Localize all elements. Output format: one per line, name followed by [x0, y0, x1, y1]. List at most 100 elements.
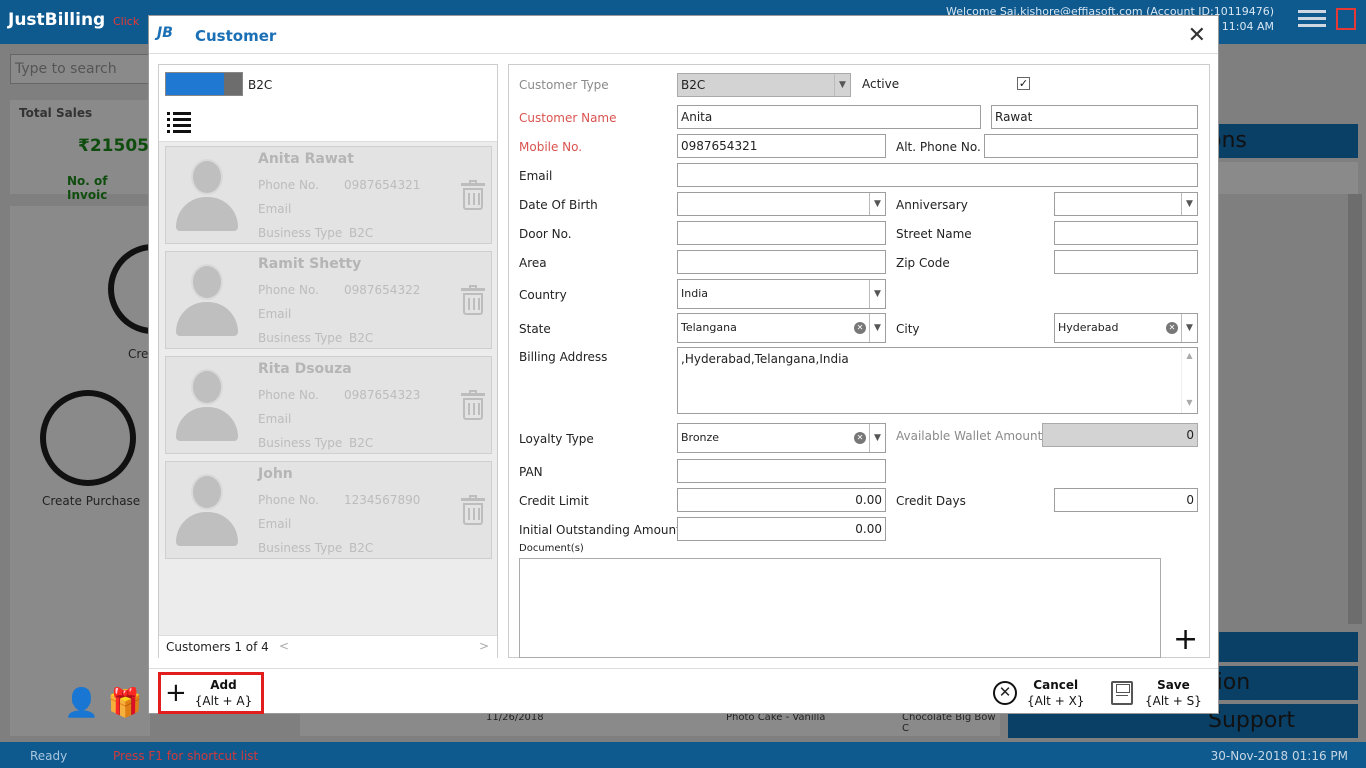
door-input[interactable]	[677, 221, 886, 245]
business-value: B2C	[349, 331, 374, 345]
customer-type-label: Customer Type	[519, 78, 609, 92]
email-input[interactable]	[677, 163, 1198, 187]
recent-item-2: Chocolate Big Bow C	[902, 712, 996, 734]
avatar-icon	[176, 369, 238, 441]
zip-input[interactable]	[1054, 250, 1198, 274]
clear-icon[interactable]: ✕	[854, 432, 866, 444]
active-label: Active	[862, 77, 900, 91]
last-name-input[interactable]: Rawat	[991, 105, 1198, 129]
trash-icon[interactable]	[461, 390, 485, 420]
cancel-shortcut: {Alt + X}	[1027, 694, 1085, 708]
customer-name: John	[258, 466, 293, 482]
street-label: Street Name	[896, 227, 972, 241]
save-icon	[1111, 681, 1133, 705]
mobile-input[interactable]: 0987654321	[677, 134, 886, 158]
country-value: India	[681, 287, 708, 300]
phone-label: Phone No.	[258, 388, 319, 402]
textarea-scrollbar[interactable]: ▲ ▼	[1181, 348, 1197, 413]
anniversary-picker[interactable]: ▼	[1054, 192, 1198, 216]
state-select[interactable]: Telangana ✕ ▼	[677, 313, 886, 343]
trash-icon[interactable]	[461, 285, 485, 315]
street-input[interactable]	[1054, 221, 1198, 245]
status-datetime: 30-Nov-2018 01:16 PM	[1210, 749, 1348, 763]
dialog-title: Customer	[195, 27, 277, 45]
phone-value: 0987654323	[344, 388, 421, 402]
avatar-icon	[176, 264, 238, 336]
click-hint[interactable]: Click	[113, 15, 139, 28]
trash-icon[interactable]	[461, 495, 485, 525]
pager-next-icon[interactable]: >	[479, 639, 489, 653]
outstanding-label: Initial Outstanding Amount	[519, 523, 681, 537]
email-label: Email	[258, 517, 292, 531]
list-view-icon[interactable]	[167, 112, 191, 136]
credit-limit-input[interactable]: 0.00	[677, 488, 886, 512]
hamburger-menu-icon[interactable]	[1298, 10, 1326, 31]
phone-label: Phone No.	[258, 493, 319, 507]
door-label: Door No.	[519, 227, 572, 241]
chevron-down-icon: ▼	[834, 74, 850, 96]
invoices-label: No. of Invoic	[67, 174, 108, 202]
cancel-label: Cancel	[1033, 678, 1079, 692]
clear-icon[interactable]: ✕	[1166, 322, 1178, 334]
business-label: Business Type	[258, 226, 343, 240]
loyalty-value: Bronze	[681, 431, 720, 444]
business-value: B2C	[349, 226, 374, 240]
mobile-label: Mobile No.	[519, 140, 583, 154]
documents-label: Document(s)	[519, 543, 584, 554]
dialog-header: JB Customer ✕	[149, 16, 1218, 54]
business-value: B2C	[349, 541, 374, 555]
outstanding-input[interactable]: 0.00	[677, 517, 886, 541]
phone-value: 0987654322	[344, 283, 421, 297]
close-icon[interactable]: ✕	[1188, 23, 1206, 48]
customer-card[interactable]: Rita Dsouza Phone No. 0987654323 Email B…	[165, 356, 492, 454]
customer-type-toggle[interactable]	[165, 72, 243, 96]
customer-list-panel: B2C Anita Rawat Phone No. 0987654321 Ema…	[158, 64, 498, 658]
customer-name: Rita Dsouza	[258, 361, 352, 377]
right-scrollbar[interactable]	[1348, 194, 1362, 624]
email-label: Email	[519, 169, 553, 183]
toggle-label: B2C	[248, 78, 273, 92]
dob-picker[interactable]: ▼	[677, 192, 886, 216]
business-value: B2C	[349, 436, 374, 450]
pager-prev-icon[interactable]: <	[279, 639, 289, 653]
add-label: Add	[210, 678, 237, 692]
alt-phone-input[interactable]	[984, 134, 1198, 158]
city-select[interactable]: Hyderabad ✕ ▼	[1054, 313, 1198, 343]
wallet-label: Available Wallet Amount	[896, 429, 1043, 443]
create-purchase-label[interactable]: Create Purchase	[42, 494, 140, 508]
customer-form: Customer Type B2C ▼ Active ✓ Customer Na…	[508, 64, 1210, 658]
customer-name: Anita Rawat	[258, 151, 354, 167]
trash-icon[interactable]	[461, 180, 485, 210]
email-label: Email	[258, 202, 292, 216]
documents-area[interactable]	[519, 558, 1161, 658]
avatar-icon	[176, 474, 238, 546]
customer-card[interactable]: Ramit Shetty Phone No. 0987654322 Email …	[165, 251, 492, 349]
credit-days-input[interactable]: 0	[1054, 488, 1198, 512]
area-input[interactable]	[677, 250, 886, 274]
cancel-button[interactable]: ✕ Cancel {Alt + X}	[993, 677, 1084, 709]
loyalty-select[interactable]: Bronze ✕ ▼	[677, 423, 886, 453]
chevron-down-icon: ▼	[1181, 314, 1197, 342]
credit-limit-label: Credit Limit	[519, 494, 589, 508]
app-logo: JustBilling	[8, 10, 106, 30]
add-button[interactable]: + Add {Alt + A}	[158, 672, 264, 714]
customer-card[interactable]: John Phone No. 1234567890 Email Business…	[165, 461, 492, 559]
cancel-icon: ✕	[993, 681, 1017, 705]
customer-type-select[interactable]: B2C ▼	[677, 73, 851, 97]
billing-address-textarea[interactable]: ,Hyderabad,Telangana,India ▲ ▼	[677, 347, 1198, 414]
active-checkbox[interactable]: ✓	[1017, 77, 1030, 90]
gift-icon[interactable]: 🎁	[108, 686, 143, 719]
status-hint: Press F1 for shortcut list	[113, 749, 259, 763]
logout-icon[interactable]	[1336, 8, 1356, 30]
country-select[interactable]: India ▼	[677, 279, 886, 309]
save-button[interactable]: Save {Alt + S}	[1111, 677, 1202, 709]
customer-list: Anita Rawat Phone No. 0987654321 Email B…	[159, 141, 497, 635]
create-label: Cre	[128, 347, 149, 361]
user-icon[interactable]: 👤	[64, 686, 99, 719]
add-document-icon[interactable]: +	[1173, 625, 1198, 655]
create-purchase-icon[interactable]	[40, 390, 136, 486]
customer-card[interactable]: Anita Rawat Phone No. 0987654321 Email B…	[165, 146, 492, 244]
clear-icon[interactable]: ✕	[854, 322, 866, 334]
first-name-input[interactable]: Anita	[677, 105, 981, 129]
pan-input[interactable]	[677, 459, 886, 483]
